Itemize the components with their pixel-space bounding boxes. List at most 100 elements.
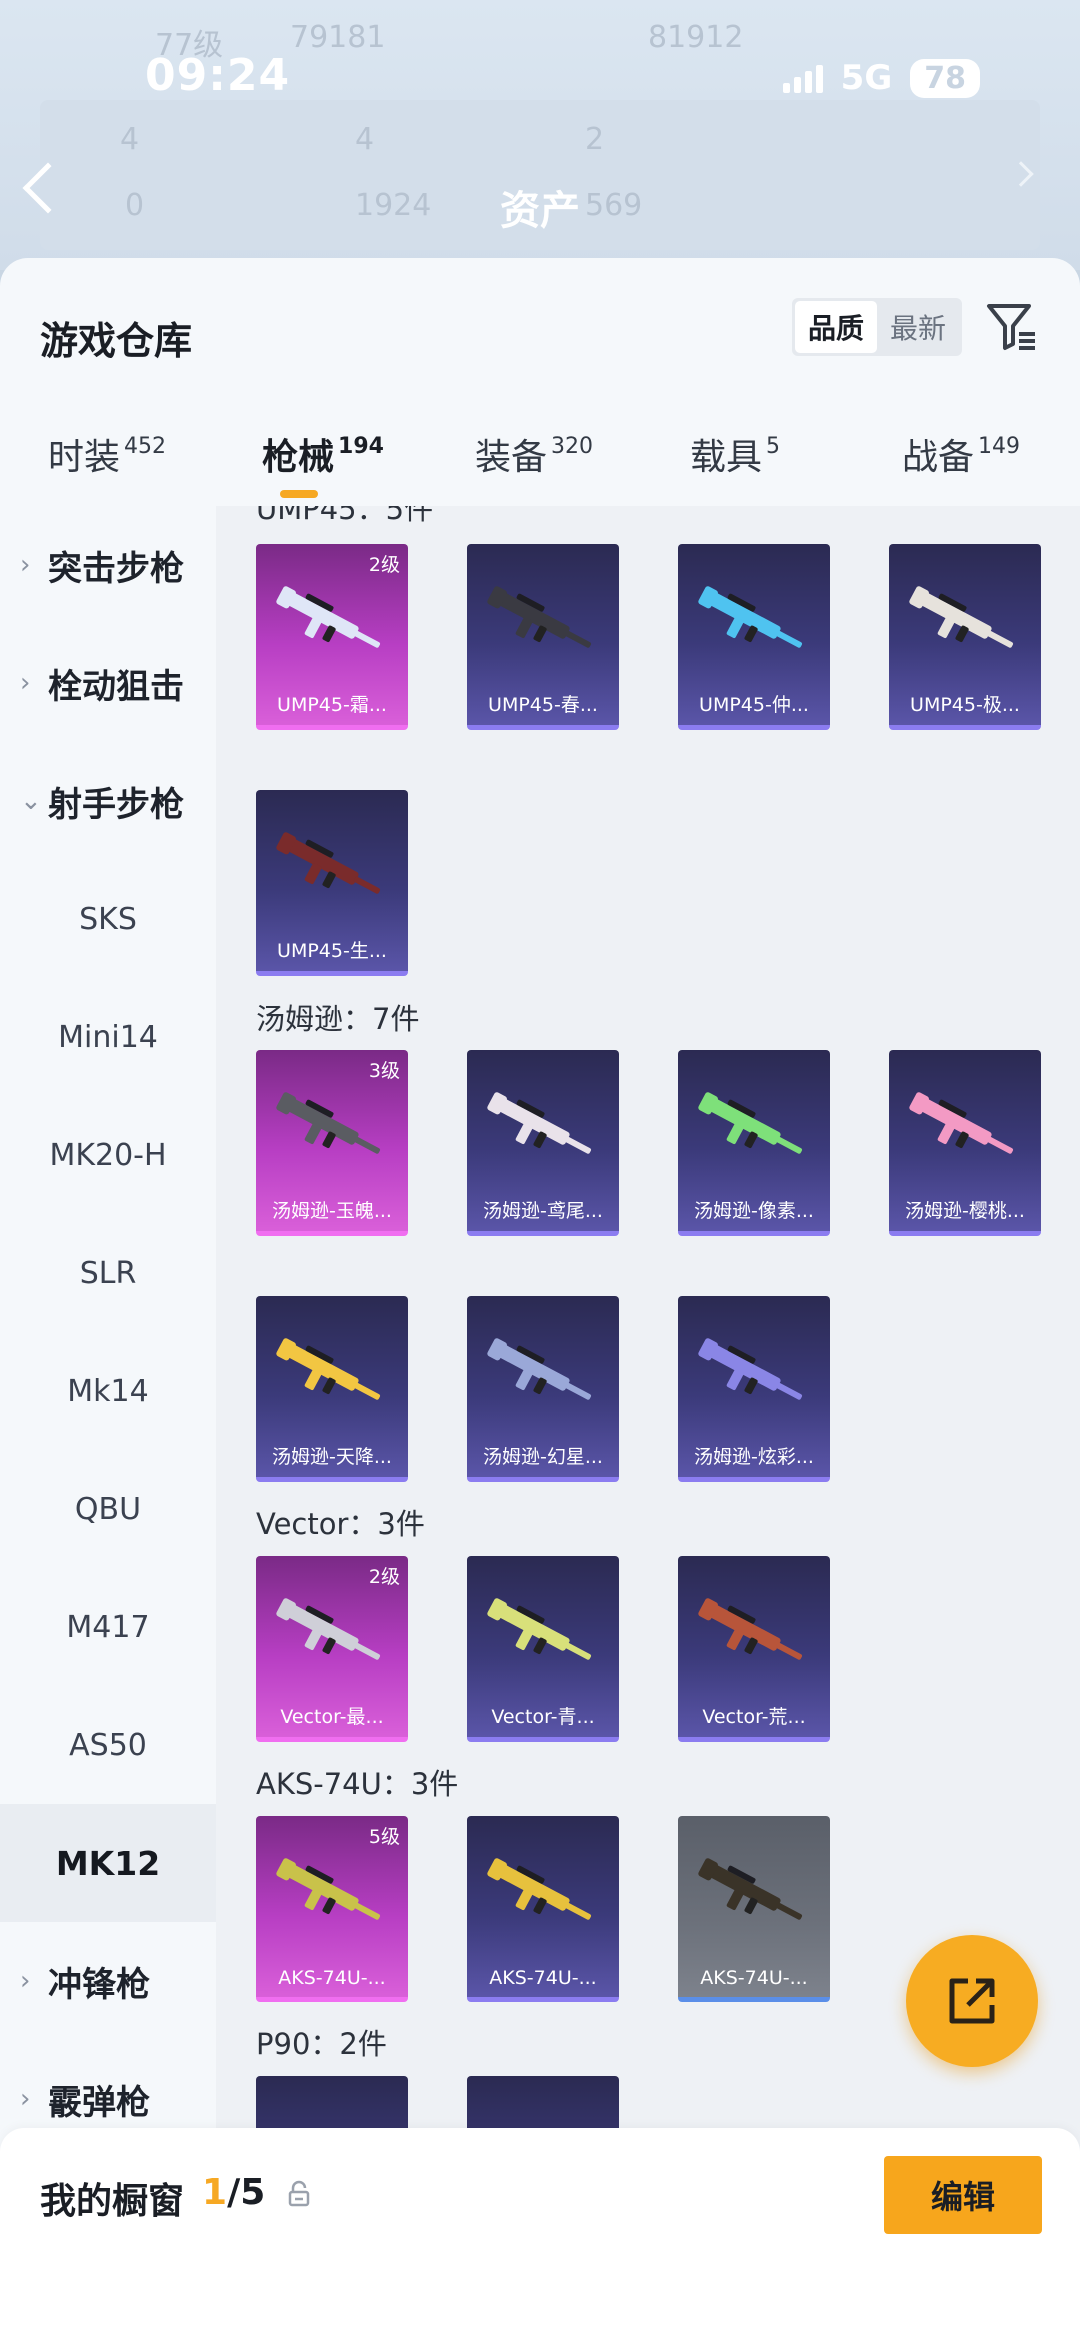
sidebar-item-qbu[interactable]: QBU bbox=[0, 1450, 216, 1568]
weapon-skin-card[interactable]: 汤姆逊-幻星... bbox=[467, 1296, 619, 1482]
showcase-current: 1 bbox=[202, 2172, 228, 2213]
sidebar-item-marksman-rifle[interactable]: ⌄ 射手步枪 bbox=[0, 742, 216, 860]
tab-count: 149 bbox=[978, 434, 1021, 459]
sort-quality-button[interactable]: 品质 bbox=[795, 301, 877, 353]
skin-name: UMP45-霜... bbox=[277, 694, 387, 716]
tab-vehicles[interactable]: 载具 5 bbox=[690, 428, 780, 480]
sidebar-item-bolt-sniper[interactable]: › 栓动狙击 bbox=[0, 624, 216, 742]
skin-name: Vector-最... bbox=[280, 1706, 384, 1728]
weapon-skin-card[interactable]: Vector-青... bbox=[467, 1556, 619, 1742]
weapon-skin-icon bbox=[698, 1598, 803, 1660]
profile-views: 79181 bbox=[290, 20, 386, 55]
tab-fashion[interactable]: 时装 452 bbox=[48, 428, 166, 480]
stat-value: 4 bbox=[120, 122, 140, 157]
sidebar-item-mk12[interactable]: MK12 bbox=[0, 1804, 216, 1922]
weapon-skin-icon bbox=[698, 586, 803, 648]
lock-icon bbox=[288, 2180, 310, 2207]
weapon-skin-card[interactable]: 汤姆逊-鸢尾... bbox=[467, 1050, 619, 1236]
filter-icon[interactable] bbox=[985, 300, 1039, 354]
tab-equipment[interactable]: 装备 320 bbox=[475, 428, 593, 480]
skin-name: 汤姆逊-炫彩... bbox=[694, 1446, 814, 1468]
status-indicators: 5G 78 bbox=[782, 58, 980, 98]
showcase-label: 我的橱窗 bbox=[40, 2181, 185, 2222]
weapon-skin-card[interactable]: 2级 Vector-最... bbox=[256, 1556, 408, 1742]
weapon-skin-icon bbox=[487, 586, 592, 648]
tab-label: 载具 bbox=[690, 437, 763, 478]
assets-value: 569 bbox=[585, 188, 643, 223]
skin-name: UMP45-生... bbox=[277, 940, 387, 962]
sidebar-item-mk20h[interactable]: MK20-H bbox=[0, 1096, 216, 1214]
skin-name: 汤姆逊-樱桃... bbox=[905, 1200, 1025, 1222]
share-icon bbox=[949, 1978, 995, 2024]
weapon-skin-icon bbox=[276, 1092, 381, 1154]
showcase-total: /5 bbox=[227, 2172, 266, 2213]
tab-supplies[interactable]: 战备 149 bbox=[902, 428, 1020, 480]
skin-name: AKS-74U-... bbox=[278, 1967, 386, 1989]
weapon-skin-icon bbox=[276, 1858, 381, 1920]
chevron-right-icon: › bbox=[20, 550, 31, 580]
weapon-skin-icon bbox=[909, 586, 1014, 648]
skin-name: AKS-74U-... bbox=[489, 1967, 597, 1989]
weapon-skin-icon bbox=[698, 1858, 803, 1920]
weapon-skin-card[interactable]: 5级 AKS-74U-... bbox=[256, 1816, 408, 2002]
sidebar-item-slr[interactable]: SLR bbox=[0, 1214, 216, 1332]
weapon-group-title: Vector：3件 bbox=[256, 1507, 425, 1541]
showcase-count: 1/5 bbox=[202, 2172, 265, 2213]
skin-level-badge: 2级 bbox=[368, 554, 400, 576]
tab-label: 装备 bbox=[475, 437, 548, 478]
weapon-skin-card[interactable]: AKS-74U-... bbox=[467, 1816, 619, 2002]
weapon-skin-icon bbox=[276, 1338, 381, 1400]
weapon-skin-card[interactable]: 2级 UMP45-霜... bbox=[256, 544, 408, 730]
sidebar-item-label: 霰弹枪 bbox=[48, 2082, 150, 2123]
weapon-skin-card[interactable]: 汤姆逊-樱桃... bbox=[889, 1050, 1041, 1236]
weapon-skin-card[interactable]: 3级 汤姆逊-玉魄... bbox=[256, 1050, 408, 1236]
signal-icon bbox=[782, 63, 823, 93]
weapon-group-title: UMP45：5件 bbox=[256, 506, 434, 526]
weapon-skin-icon bbox=[276, 832, 381, 894]
sidebar-item-label: 射手步枪 bbox=[48, 784, 184, 825]
skin-name: Vector-荒... bbox=[702, 1706, 806, 1728]
stat-value: 0 bbox=[125, 188, 145, 223]
tab-weapons[interactable]: 枪械 194 bbox=[262, 428, 384, 480]
sidebar-item-mini14[interactable]: Mini14 bbox=[0, 978, 216, 1096]
sidebar-item-assault-rifle[interactable]: › 突击步枪 bbox=[0, 506, 216, 624]
edit-button[interactable]: 编辑 bbox=[884, 2156, 1042, 2234]
weapon-skin-grid: UMP45：5件 2级 UMP45-霜... UMP45-春... UMP45-仲...… bbox=[216, 506, 1080, 2347]
sidebar-item-smg[interactable]: › 冲锋枪 bbox=[0, 1922, 216, 2040]
weapon-group-title: AKS-74U：3件 bbox=[256, 1767, 459, 1801]
weapon-skin-card[interactable]: 汤姆逊-像素... bbox=[678, 1050, 830, 1236]
weapon-skin-card[interactable]: 汤姆逊-天降... bbox=[256, 1296, 408, 1482]
sidebar-item-mk14[interactable]: Mk14 bbox=[0, 1332, 216, 1450]
weapon-skin-icon bbox=[698, 1338, 803, 1400]
tab-label: 枪械 bbox=[262, 437, 335, 478]
weapon-skin-icon bbox=[487, 1338, 592, 1400]
weapon-skin-card[interactable]: UMP45-极... bbox=[889, 544, 1041, 730]
stat-value: 4 bbox=[355, 122, 375, 157]
tab-count: 194 bbox=[338, 434, 384, 459]
share-button[interactable] bbox=[906, 1935, 1038, 2067]
tab-count: 452 bbox=[124, 434, 167, 459]
weapon-skin-icon bbox=[487, 1092, 592, 1154]
weapon-skin-icon bbox=[909, 1092, 1014, 1154]
sidebar-item-label: 突击步枪 bbox=[48, 548, 184, 589]
weapon-group-title: 汤姆逊：7件 bbox=[256, 1002, 420, 1036]
weapon-skin-card[interactable]: AKS-74U-... bbox=[678, 1816, 830, 2002]
sidebar-item-sks[interactable]: SKS bbox=[0, 860, 216, 978]
chevron-right-icon: › bbox=[20, 2084, 31, 2114]
skin-level-badge: 2级 bbox=[368, 1566, 400, 1588]
tab-count: 320 bbox=[551, 434, 594, 459]
sort-latest-button[interactable]: 最新 bbox=[877, 301, 959, 353]
weapon-skin-icon bbox=[276, 586, 381, 648]
weapon-skin-card[interactable]: Vector-荒... bbox=[678, 1556, 830, 1742]
weapon-skin-card[interactable]: 汤姆逊-炫彩... bbox=[678, 1296, 830, 1482]
skin-name: AKS-74U-... bbox=[700, 1967, 808, 1989]
profile-right-stat: 81912 bbox=[648, 20, 744, 55]
weapon-group-title: P90：2件 bbox=[256, 2027, 387, 2061]
weapon-skin-card[interactable]: UMP45-仲... bbox=[678, 544, 830, 730]
skin-name: 汤姆逊-幻星... bbox=[483, 1446, 603, 1468]
showcase-bar: 我的橱窗 1/5 编辑 bbox=[0, 2128, 1080, 2347]
weapon-skin-card[interactable]: UMP45-生... bbox=[256, 790, 408, 976]
sidebar-item-m417[interactable]: M417 bbox=[0, 1568, 216, 1686]
weapon-skin-card[interactable]: UMP45-春... bbox=[467, 544, 619, 730]
sidebar-item-as50[interactable]: AS50 bbox=[0, 1686, 216, 1804]
